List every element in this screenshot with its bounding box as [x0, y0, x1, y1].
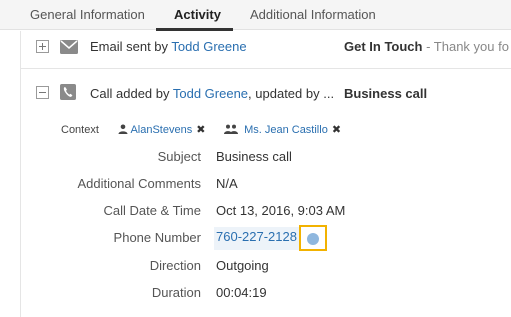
context-user-link[interactable]: AlanStevens [130, 124, 192, 136]
tab-activity[interactable]: Activity [174, 0, 221, 30]
email-activity-summary: Email sent by Todd Greene [90, 39, 247, 54]
comments-label: Additional Comments [77, 176, 201, 191]
phone-number-label: Phone Number [113, 230, 201, 245]
call-subject[interactable]: Business call [344, 86, 427, 101]
email-preview: - Thank you fo [422, 39, 509, 54]
user-link[interactable]: Todd Greene [171, 39, 246, 54]
comments-value: N/A [216, 176, 238, 191]
context-chip-user: AlanStevens ✖ [118, 123, 205, 138]
direction-label: Direction [149, 258, 201, 273]
direction-value: Outgoing [216, 258, 269, 273]
activity-prefix: Call added by [90, 86, 173, 101]
tab-general-information[interactable]: General Information [30, 0, 145, 30]
close-icon[interactable]: ✖ [332, 124, 341, 136]
close-icon[interactable]: ✖ [196, 124, 205, 136]
phone-number-link[interactable]: 760-227-2128 [216, 229, 297, 244]
duration-label: Duration [151, 285, 201, 300]
activity-prefix: Email sent by [90, 39, 172, 54]
call-datetime-value: Oct 13, 2016, 9:03 AM [216, 203, 346, 218]
email-subject[interactable]: Get In Touch - Thank you fo [344, 39, 509, 54]
context-contact-link[interactable]: Ms. Jean Castillo [244, 124, 328, 136]
user-link[interactable]: Todd Greene [173, 86, 248, 101]
envelope-icon [60, 40, 78, 54]
click-to-call-button[interactable] [299, 225, 327, 251]
activity-divider [20, 68, 511, 69]
tab-bar: General Information Activity Additional … [0, 0, 511, 31]
group-icon [224, 124, 238, 134]
user-icon [118, 124, 128, 134]
activity-suffix: , updated by ... [248, 86, 335, 101]
context-label: Context [61, 124, 99, 136]
subject-label: Subject [157, 149, 201, 164]
tab-additional-information[interactable]: Additional Information [250, 0, 376, 30]
duration-value: 00:04:19 [216, 285, 267, 300]
email-subject-text: Get In Touch [344, 39, 423, 54]
phone-icon [60, 84, 76, 100]
call-activity-summary: Call added by Todd Greene, updated by ..… [90, 86, 334, 101]
subject-value: Business call [216, 149, 292, 164]
phone-bubble-icon [307, 233, 319, 245]
context-chip-contact: Ms. Jean Castillo ✖ [224, 123, 341, 138]
phone-number-field: 760-227-2128 [214, 227, 299, 250]
expand-plus-icon[interactable] [36, 40, 49, 53]
activity-panel [20, 31, 511, 317]
call-datetime-label: Call Date & Time [103, 203, 201, 218]
collapse-minus-icon[interactable] [36, 86, 49, 99]
